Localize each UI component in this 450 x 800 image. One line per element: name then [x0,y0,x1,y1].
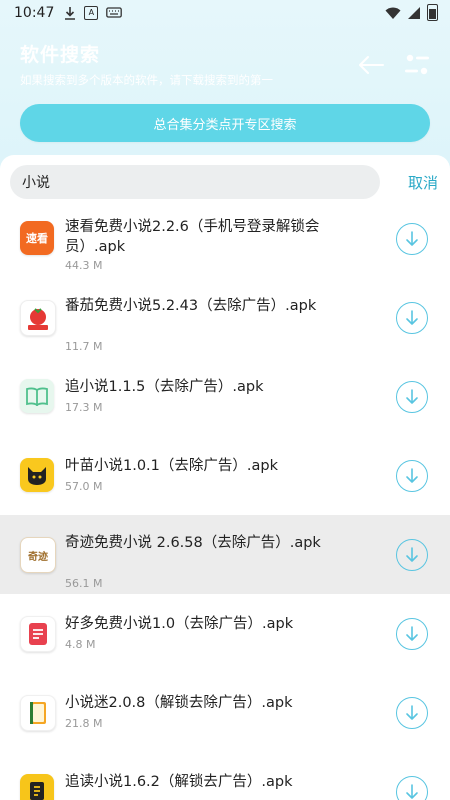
qiji-app-icon: 奇迹 [20,537,56,573]
download-button[interactable] [396,223,428,255]
a-icon: A [84,6,99,20]
app-name: 叶苗小说1.0.1（去除广告）.apk [65,458,278,474]
xiaoshuomi-app-icon [20,695,56,731]
app-name: 追读小说1.6.2（解锁去广告）.apk [65,774,293,790]
download-arrow-icon [406,389,418,404]
download-button[interactable] [396,776,428,800]
header: 软件搜索 如果搜索到多个版本的软件，请下载搜索到的第一 [0,26,450,96]
download-button[interactable] [396,460,428,492]
download-button[interactable] [396,381,428,413]
app-name: 速看免费小说2.2.6（手机号登录解锁会员）.apk [65,219,320,255]
app-name: 追小说1.1.5（去除广告）.apk [65,379,264,395]
book-app-icon [20,379,54,413]
back-arrow-icon[interactable] [356,50,386,80]
signal-icon [408,6,420,19]
search-input[interactable]: 小说 [10,165,380,199]
status-bar: 10:47 A [0,0,450,26]
app-size: 56.1 M [65,577,103,590]
download-arrow-icon [406,705,418,720]
page-subtitle: 如果搜索到多个版本的软件，请下载搜索到的第一 [20,73,273,87]
download-button[interactable] [396,697,428,729]
haoduo-app-icon [20,616,56,652]
list-item[interactable]: 小说迷2.0.8（解锁去除广告）.apk 21.8 M [0,673,450,752]
app-size: 21.8 M [65,717,103,730]
sukan-app-icon: 速看 [20,221,54,255]
filter-icon[interactable] [402,50,432,80]
app-name: 番茄免费小说5.2.43（去除广告）.apk [65,298,317,314]
page-title: 软件搜索 [20,44,101,66]
download-arrow-icon [406,626,418,641]
download-button[interactable] [396,302,428,334]
status-time: 10:47 [14,5,55,21]
list-item[interactable]: 叶苗小说1.0.1（去除广告）.apk 57.0 M [0,436,450,515]
fanqie-app-icon [20,300,56,336]
download-button[interactable] [396,539,428,571]
list-item[interactable]: 追读小说1.6.2（解锁去广告）.apk [0,752,450,800]
results-sheet: 小说 取消 速看 速看免费小说2.2.6（手机号登录解锁会员）.apk 44.3… [0,155,450,800]
list-item[interactable]: 番茄免费小说5.2.43（去除广告）.apk 11.7 M [0,278,450,357]
list-item[interactable]: 奇迹 奇迹免费小说 2.6.58（去除广告）.apk 56.1 M [0,515,450,594]
app-size: 44.3 M [65,259,103,272]
list-item[interactable]: 追小说1.1.5（去除广告）.apk 17.3 M [0,357,450,436]
app-name: 好多免费小说1.0（去除广告）.apk [65,616,294,632]
cat-app-icon [20,458,54,492]
app-name: 奇迹免费小说 2.6.58（去除广告）.apk [65,535,321,551]
download-icon [65,7,76,20]
battery-icon [427,4,438,21]
download-button[interactable] [396,618,428,650]
download-arrow-icon [406,231,418,246]
download-arrow-icon [406,547,418,562]
download-arrow-icon [406,784,418,799]
app-size: 57.0 M [65,480,103,493]
app-size: 4.8 M [65,638,96,651]
wifi-icon [385,7,401,19]
keyboard-icon [106,7,123,18]
download-arrow-icon [406,310,418,325]
search-row: 小说 取消 [0,165,450,199]
cancel-button[interactable]: 取消 [408,172,438,193]
app-name: 小说迷2.0.8（解锁去除广告）.apk [65,695,293,711]
app-list: 速看 速看免费小说2.2.6（手机号登录解锁会员）.apk 44.3 M 番茄免… [0,199,450,800]
app-size: 11.7 M [65,340,103,353]
download-arrow-icon [406,468,418,483]
list-item[interactable]: 好多免费小说1.0（去除广告）.apk 4.8 M [0,594,450,673]
app-size: 17.3 M [65,401,103,414]
category-search-button[interactable]: 总合集分类点开专区搜索 [20,104,430,142]
zhuidu-app-icon [20,774,54,800]
list-item[interactable]: 速看 速看免费小说2.2.6（手机号登录解锁会员）.apk 44.3 M [0,199,450,278]
